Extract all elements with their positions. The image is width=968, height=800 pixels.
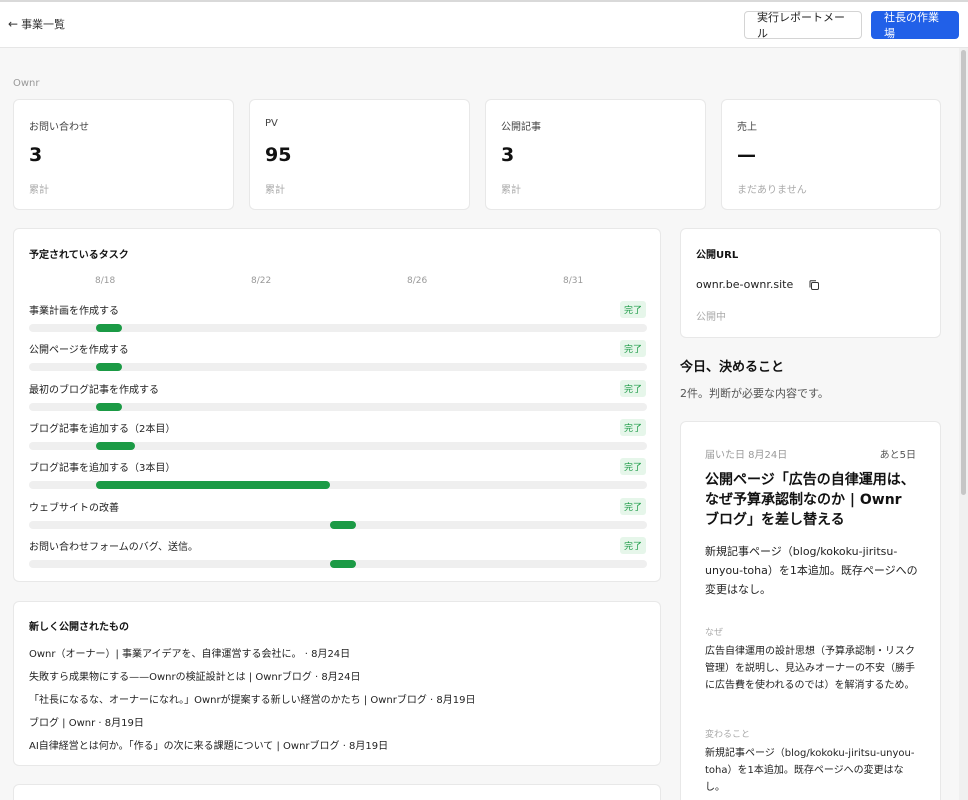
task-timeline-track (29, 402, 647, 411)
stat-value: 95 (265, 144, 292, 166)
task-status-badge: 完了 (620, 379, 647, 397)
stat-value: 3 (501, 144, 515, 166)
task-label: お問い合わせフォームのバグ、送信。 (29, 541, 198, 553)
task-timeline-track (29, 441, 647, 450)
task-label: ブログ記事を追加する（3本目） (29, 463, 176, 475)
published-item-link[interactable]: ブログ | Ownr · 8月19日 (29, 714, 144, 729)
decisions-subtitle: 2件。判断が必要な内容です。 (680, 387, 829, 400)
tasks-title: 予定されているタスク (29, 250, 129, 261)
published-item-link[interactable]: Ownr（オーナー）| 事業アイデアを、自律運営する会社に。 · 8月24日 (29, 645, 350, 660)
stat-label: 売上 (737, 122, 757, 133)
decision-days-left: あと5日 (879, 450, 916, 461)
task-status-badge: 完了 (620, 340, 647, 358)
scrollbar-thumb[interactable] (961, 50, 966, 495)
gantt-date-label: 8/18 (95, 276, 116, 286)
copy-icon[interactable] (808, 279, 820, 291)
task-timeline-bar (96, 324, 122, 332)
task-status-badge: 完了 (620, 536, 647, 554)
stat-card-pv: PV 95 累計 (249, 99, 470, 210)
stat-sub: 累計 (29, 185, 49, 196)
task-status-badge: 完了 (620, 458, 647, 476)
gantt-date-label: 8/22 (251, 276, 272, 286)
decision-title: 公開ページ「広告の自律運用は、なぜ予算承認制なのか | Ownrブログ」を差し替… (705, 472, 915, 528)
stat-value: — (737, 144, 756, 166)
stat-label: お問い合わせ (29, 122, 89, 133)
scheduled-tasks-card: 予定されているタスク 8/18 8/22 8/26 8/31 事業計画を作成する… (13, 228, 661, 582)
task-timeline-bar (330, 559, 356, 568)
published-item-link[interactable]: AI自律経営とは何か。「作る」の次に来る課題について | Ownrブログ · 8… (29, 737, 388, 752)
back-arrow-icon: ← (8, 17, 19, 31)
public-url-card: 公開URL ownr.be-ownr.site 公開中 (680, 228, 941, 338)
decision-received-date: 届いた日 8月24日 (705, 450, 788, 461)
public-url-link[interactable]: ownr.be-ownr.site (696, 278, 793, 291)
stat-label: 公開記事 (501, 122, 541, 133)
decision-why-text: 広告自律運用の設計思想（予算承認制・リスク管理）を説明し、見込みオーナーの不安（… (705, 646, 915, 691)
task-timeline-track (29, 520, 647, 529)
decision-why-label: なぜ (705, 628, 724, 638)
task-timeline-bar (96, 481, 330, 490)
back-to-business-list-link[interactable]: ← 事業一覧 (8, 16, 65, 32)
new-published-card: 新しく公開されたもの Ownr（オーナー）| 事業アイデアを、自律運営する会社に… (13, 601, 661, 766)
decisions-title: 今日、決めること (680, 360, 785, 375)
stat-sub: 累計 (265, 185, 285, 196)
published-item-link[interactable]: 「社長になるな、オーナーになれ。」Ownrが提案する新しい経営のかたち | Ow… (29, 691, 475, 706)
public-url-title: 公開URL (696, 250, 739, 261)
next-card (13, 784, 661, 800)
task-timeline-track (29, 559, 647, 568)
public-url-status: 公開中 (696, 312, 726, 323)
gantt-date-label: 8/26 (407, 276, 428, 286)
task-status-badge: 完了 (620, 418, 647, 436)
decision-change-label: 変わること (705, 730, 751, 740)
stat-card-inquiries: お問い合わせ 3 累計 (13, 99, 234, 210)
gantt-date-label: 8/31 (563, 276, 584, 286)
page-scrollbar[interactable] (959, 48, 968, 800)
stat-card-sales: 売上 — まだありません (721, 99, 941, 210)
task-label: ウェブサイトの改善 (29, 502, 119, 514)
decision-body: 新規記事ページ（blog/kokoku-jiritsu-unyou-toha）を… (705, 545, 918, 596)
task-label: 事業計画を作成する (29, 306, 119, 317)
stat-value: 3 (29, 144, 43, 166)
back-label: 事業一覧 (21, 18, 66, 31)
top-bar: ← 事業一覧 実行レポートメール 社長の作業場 (0, 0, 968, 48)
task-status-badge: 完了 (620, 497, 647, 515)
published-item-link[interactable]: 失敗すら成果物にする——Ownrの検証設計とは | Ownrブログ · 8月24… (29, 668, 360, 683)
task-status-badge: 完了 (620, 301, 647, 318)
decision-card[interactable]: 届いた日 8月24日 あと5日 公開ページ「広告の自律運用は、なぜ予算承認制なの… (680, 421, 941, 800)
task-timeline-track (29, 324, 647, 332)
stat-sub: 累計 (501, 185, 521, 196)
task-timeline-bar (96, 441, 135, 450)
task-timeline-track (29, 363, 647, 372)
task-label: 最初のブログ記事を作成する (29, 384, 159, 396)
task-timeline-bar (96, 402, 122, 411)
task-label: ブログ記事を追加する（2本目） (29, 423, 176, 435)
task-timeline-bar (96, 363, 122, 372)
business-name: Ownr (13, 78, 40, 89)
report-email-button[interactable]: 実行レポートメール (744, 11, 862, 40)
task-timeline-track (29, 481, 647, 490)
decision-change-text: 新規記事ページ（blog/kokoku-jiritsu-unyou-toha）を… (705, 748, 915, 793)
stat-label: PV (265, 118, 278, 129)
task-label: 公開ページを作成する (29, 345, 129, 357)
stat-sub: まだありません (737, 185, 807, 196)
workspace-button[interactable]: 社長の作業場 (871, 11, 959, 40)
stat-card-articles: 公開記事 3 累計 (485, 99, 706, 210)
published-title: 新しく公開されたもの (29, 622, 129, 633)
task-timeline-bar (330, 520, 356, 529)
